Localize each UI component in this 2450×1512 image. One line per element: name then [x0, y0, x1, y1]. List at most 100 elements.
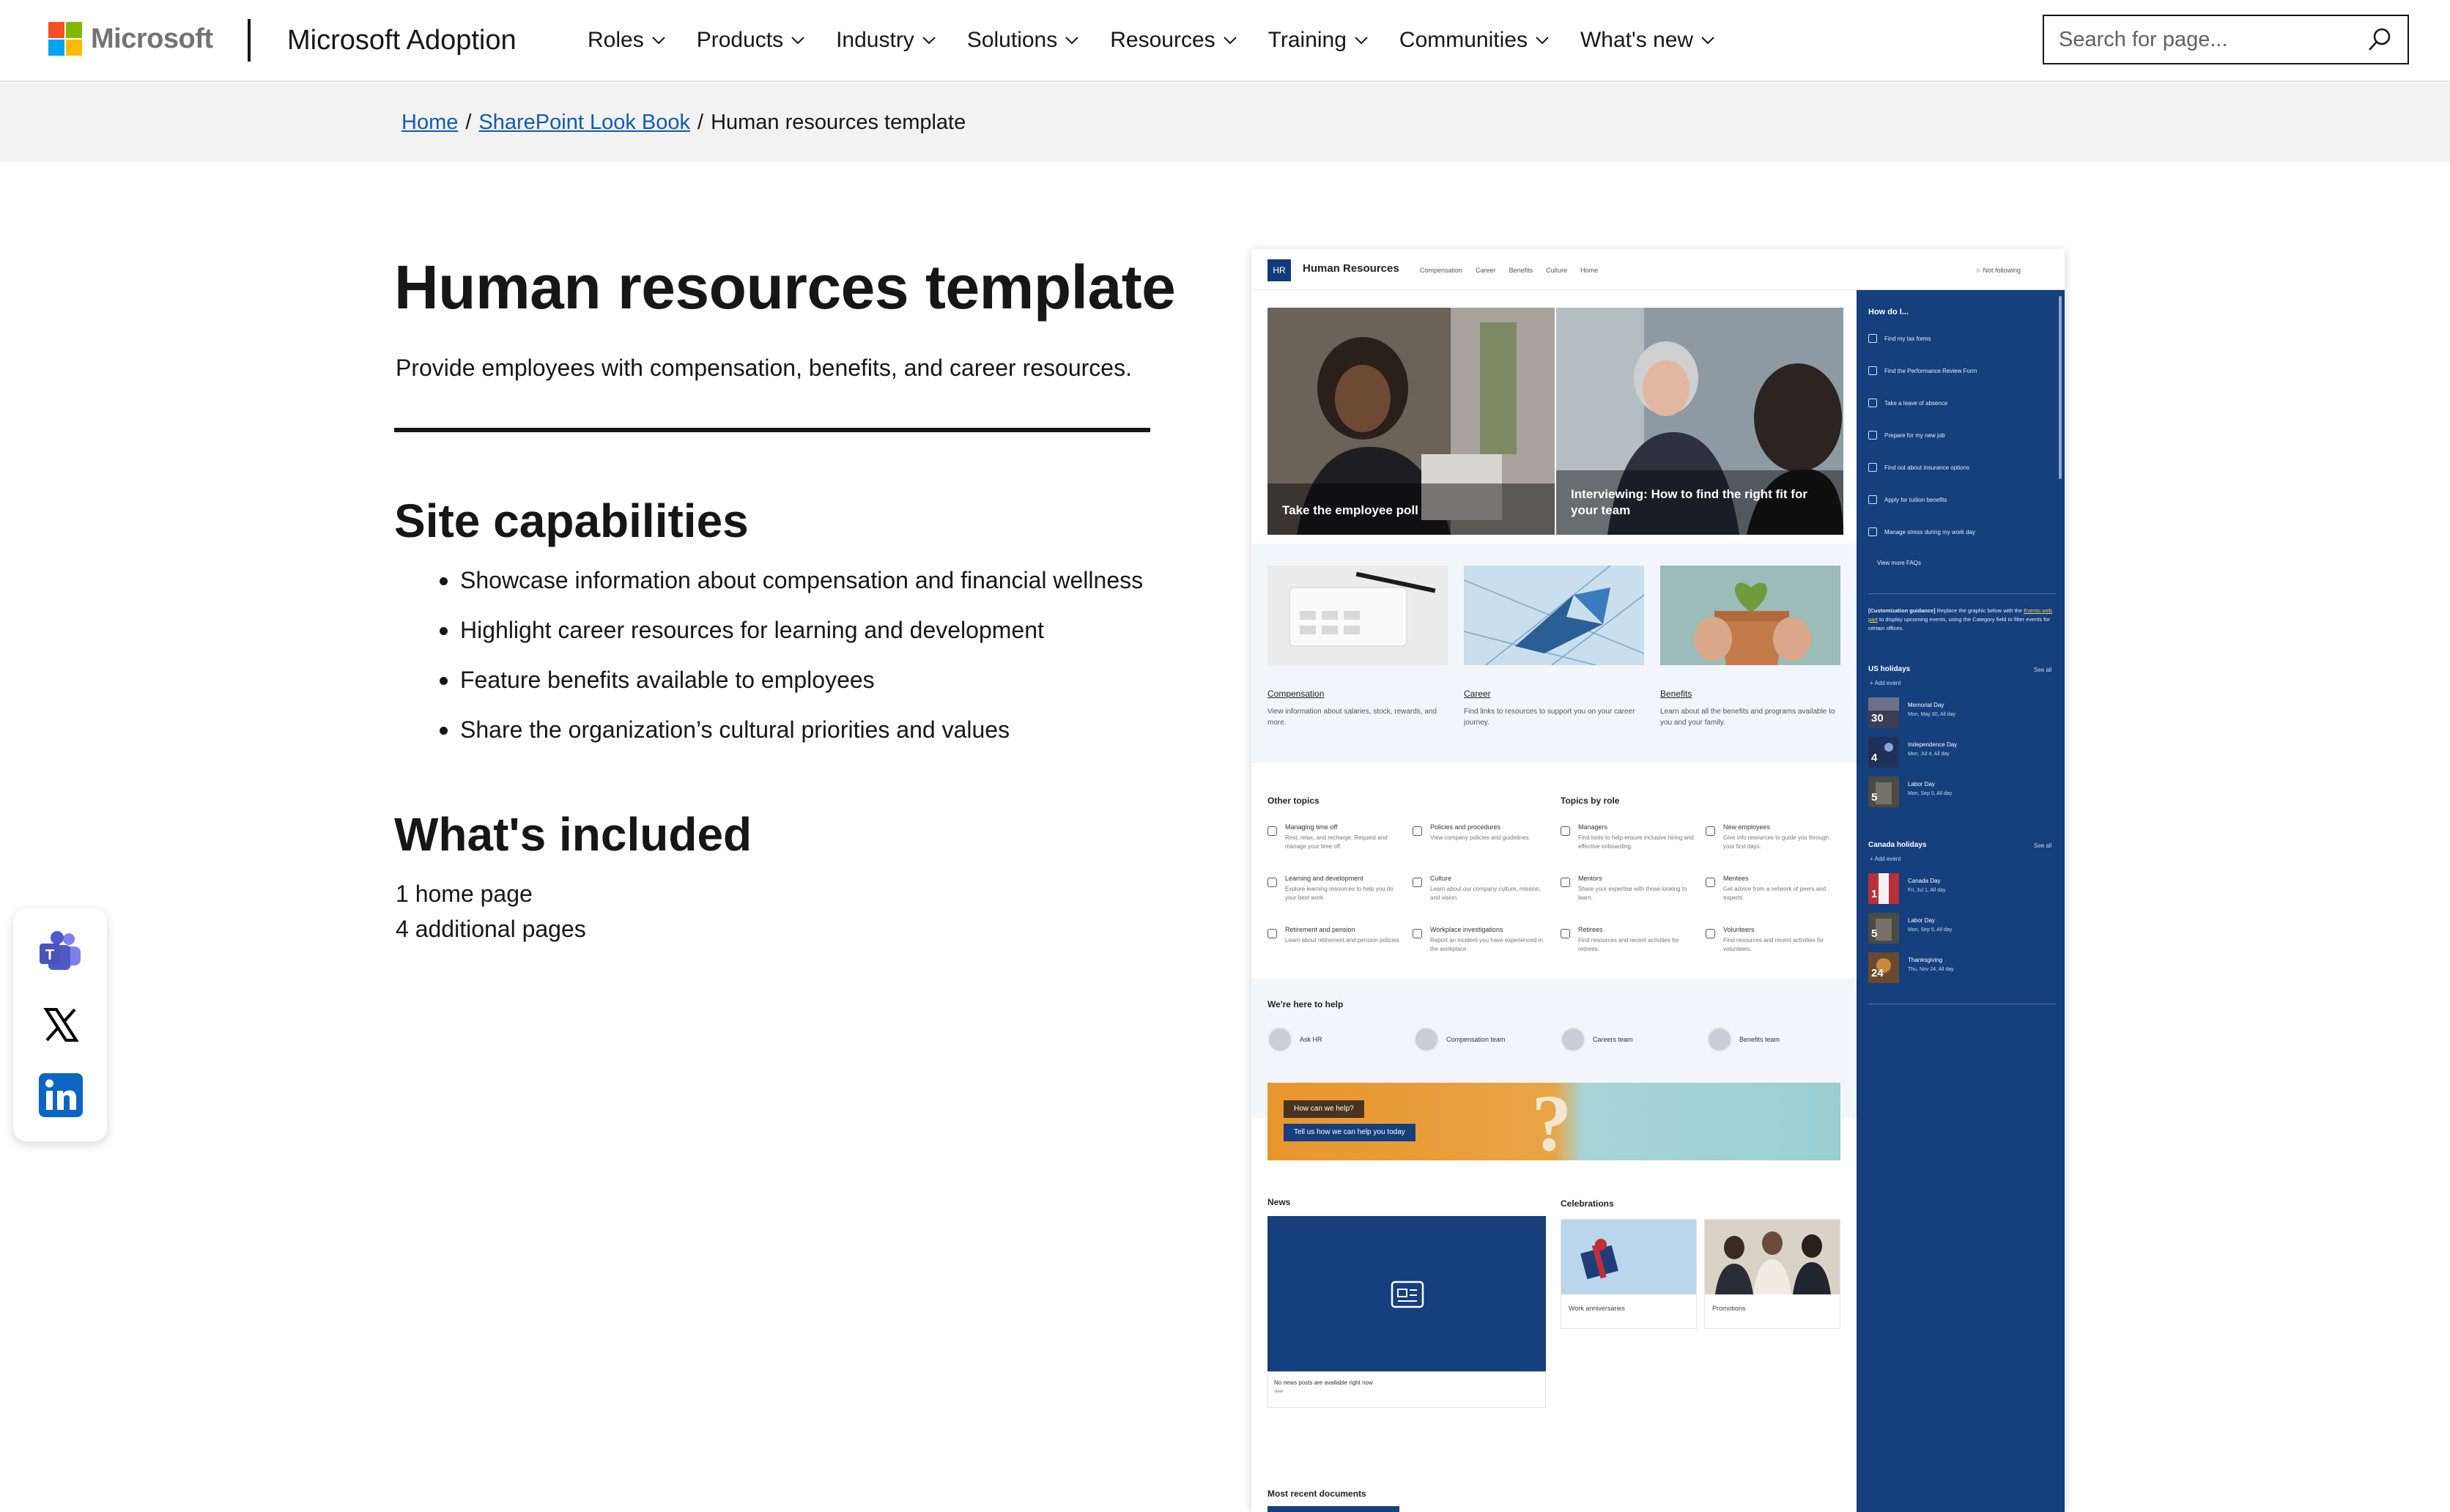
nav-training[interactable]: Training	[1268, 28, 1369, 53]
graduation-icon	[1868, 495, 1877, 504]
sidebar-link[interactable]: Manage stress during my work day	[1868, 527, 1975, 536]
gift-image	[1561, 1220, 1696, 1294]
add-event-button[interactable]: + Add event	[1870, 856, 1901, 862]
nav-roles[interactable]: Roles	[588, 28, 666, 53]
preview-follow-status: ☆ Not following	[1975, 267, 2021, 274]
compensation-card-link[interactable]: Compensation	[1267, 689, 1324, 699]
preview-site-badge: HR	[1267, 259, 1291, 281]
event-item[interactable]: 1 Canada Day Fri, Jul 1, All day	[1868, 873, 2051, 905]
list-item: Showcase information about compensation …	[439, 564, 1143, 614]
celebration-promotions[interactable]: Promotions	[1704, 1219, 1840, 1329]
banner-image: ?	[1267, 1083, 1840, 1160]
preview-header: HR Human Resources Compensation Career B…	[1251, 249, 2065, 290]
chevron-down-icon	[1223, 37, 1237, 45]
nav-resources[interactable]: Resources	[1110, 28, 1237, 53]
share-linkedin-button[interactable]	[38, 1072, 84, 1118]
how-do-i-heading: How do I...	[1868, 308, 1909, 316]
preview-nav-item: Career	[1476, 267, 1496, 274]
share-teams-button[interactable]: T	[38, 930, 84, 976]
preview-site-name: Human Resources	[1303, 262, 1399, 275]
contact-ask-hr[interactable]: Ask HR	[1267, 1027, 1322, 1052]
hero-caption: Interviewing: How to find the right fit …	[1571, 487, 1807, 517]
document-icon	[1868, 334, 1877, 343]
chevron-down-icon	[1065, 37, 1078, 45]
news-heading: News	[1267, 1197, 1291, 1207]
news-icon	[1391, 1281, 1424, 1308]
preview-main-column: Take the employee poll Interviewing: How…	[1251, 290, 1859, 1512]
sidebar-link[interactable]: Take a leave of absence	[1868, 399, 1947, 407]
customization-guidance: [Customization guidance] Replace the gra…	[1868, 607, 2052, 631]
event-item[interactable]: 24 Thanksgiving Thu, Nov 24, All day	[1868, 952, 2051, 985]
sidebar-link[interactable]: Prepare for my new job	[1868, 431, 1945, 440]
see-all-link[interactable]: See all	[2034, 842, 2051, 849]
search-box	[2043, 15, 2409, 64]
preview-nav-item: Benefits	[1509, 267, 1533, 274]
avatar	[1414, 1027, 1439, 1052]
contact-benefits-team[interactable]: Benefits team	[1707, 1027, 1780, 1052]
avatar	[1561, 1027, 1585, 1052]
event-item[interactable]: 4 Independence Day Mon, Jul 4, All day	[1868, 737, 2051, 769]
share-bar: T	[13, 908, 107, 1141]
card-description: Find links to resources to support you o…	[1464, 708, 1635, 727]
event-item[interactable]: 30 Memorial Day Mon, May 30, All day	[1868, 697, 2051, 730]
person-icon	[1561, 929, 1570, 938]
microsoft-wordmark: Microsoft	[91, 23, 213, 54]
sidebar-link[interactable]: Apply for tuition benefits	[1868, 495, 1947, 504]
list-item: Feature benefits available to employees	[439, 664, 1143, 714]
career-card-link[interactable]: Career	[1464, 689, 1491, 699]
list-item: Highlight career resources for learning …	[439, 614, 1143, 664]
nav-communities[interactable]: Communities	[1399, 28, 1550, 53]
site-name-link[interactable]: Microsoft Adoption	[287, 25, 517, 56]
event-item[interactable]: 5 Labor Day Mon, Sep 5, All day	[1868, 913, 2051, 945]
breadcrumb-home-link[interactable]: Home	[401, 111, 458, 134]
link-icon	[1868, 463, 1877, 472]
chat-icon	[1561, 878, 1570, 887]
avatar	[1707, 1027, 1732, 1052]
capabilities-list: Showcase information about compensation …	[439, 564, 1143, 763]
add-event-button[interactable]: + Add event	[1870, 680, 1901, 686]
book-icon	[1267, 878, 1277, 887]
share-x-button[interactable]	[38, 1002, 84, 1048]
nav-products[interactable]: Products	[697, 28, 805, 53]
see-all-link[interactable]: See all	[2034, 667, 2051, 673]
preview-scrollbar[interactable]	[2059, 296, 2062, 479]
linkedin-icon	[39, 1073, 83, 1117]
nav-whats-new[interactable]: What's new	[1580, 28, 1715, 53]
included-item: 4 additional pages	[396, 916, 586, 942]
contact-careers-team[interactable]: Careers team	[1561, 1027, 1633, 1052]
breadcrumb-separator: /	[465, 111, 472, 134]
form-icon	[1868, 366, 1877, 375]
celebration-work-anniversaries[interactable]: Work anniversaries	[1561, 1219, 1697, 1329]
sidebar-link[interactable]: Find my tax forms	[1868, 334, 1931, 343]
breadcrumb-lookbook-link[interactable]: SharePoint Look Book	[478, 111, 690, 134]
people-icon	[1561, 826, 1570, 836]
view-more-faqs-link[interactable]: View more FAQs	[1877, 560, 1921, 566]
preview-nav-item: Home	[1580, 267, 1599, 274]
sidebar-divider	[1868, 593, 2056, 594]
microsoft-logo[interactable]: Microsoft	[48, 22, 213, 56]
hero-caption: Take the employee poll	[1282, 503, 1418, 517]
sidebar-link[interactable]: Find the Performance Review Form	[1868, 366, 1977, 375]
breadcrumb-bar: Home / SharePoint Look Book / Human resource…	[0, 83, 2450, 162]
sidebar-link[interactable]: Find out about insurance options	[1868, 463, 1969, 472]
event-item[interactable]: 5 Labor Day Mon, Sep 5, All day	[1868, 777, 2051, 809]
contact-compensation-team[interactable]: Compensation team	[1414, 1027, 1506, 1052]
document-tile[interactable]	[1267, 1506, 1399, 1512]
banner-cta-button[interactable]: Tell us how we can help you today	[1284, 1124, 1415, 1141]
nav-industry[interactable]: Industry	[836, 28, 936, 53]
breadcrumb: Home / SharePoint Look Book / Human resource…	[401, 111, 966, 135]
search-icon[interactable]	[2366, 26, 2393, 53]
chevron-down-icon	[1536, 37, 1549, 45]
brand-divider	[248, 19, 251, 62]
heart-icon	[1706, 929, 1715, 938]
news-view-link[interactable]: view	[1274, 1390, 1283, 1394]
hero-interviewing: Interviewing: How to find the right fit …	[1556, 308, 1843, 535]
nav-solutions[interactable]: Solutions	[967, 28, 1079, 53]
preview-nav-item: Culture	[1546, 267, 1568, 274]
benefits-card-link[interactable]: Benefits	[1660, 689, 1692, 699]
chevron-down-icon	[651, 37, 665, 45]
career-card-image	[1463, 565, 1645, 666]
search-input[interactable]	[2059, 27, 2366, 52]
other-topics-heading: Other topics	[1267, 796, 1320, 806]
people-icon	[1706, 878, 1715, 887]
